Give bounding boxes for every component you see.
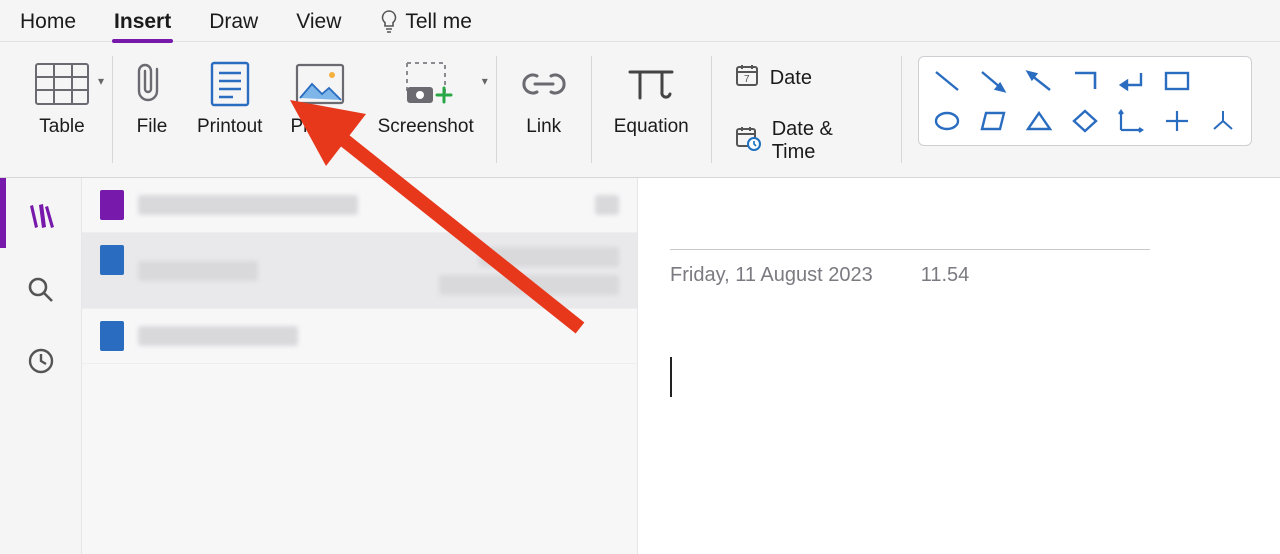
page-list [82,178,638,554]
page-item[interactable] [82,309,637,364]
link-icon [519,56,569,112]
tab-tell-me[interactable]: Tell me [377,5,474,43]
redacted-text [138,195,358,215]
note-date: Friday, 11 August 2023 [670,264,873,287]
shape-arrow-up-left[interactable] [1025,67,1053,95]
datetime-label: Date & Time [772,118,879,164]
page-item[interactable] [82,233,637,309]
pi-icon [624,56,678,112]
shape-line[interactable] [933,67,961,95]
screenshot-icon [399,56,453,112]
shape-ellipse[interactable] [933,107,961,135]
svg-text:7: 7 [744,74,750,85]
recent-button[interactable] [26,346,56,381]
note-time: 11.54 [921,264,970,287]
tab-tell-me-label: Tell me [405,10,472,34]
calendar-clock-icon [734,124,762,158]
equation-button[interactable]: Equation [608,52,695,142]
screenshot-label: Screenshot [378,116,474,138]
date-label: Date [770,67,812,90]
notebook-color-swatch [100,321,124,351]
table-icon [34,56,90,112]
screenshot-button[interactable]: ▾ Screenshot [372,52,480,142]
notebook-color-swatch [100,190,124,220]
redacted-text [479,247,619,267]
calendar-icon: 7 [734,62,760,94]
nav-rail [0,178,82,554]
shape-2d-axes[interactable] [1163,107,1191,135]
chevron-down-icon: ▾ [482,74,488,88]
search-button[interactable] [26,275,56,310]
datetime-button[interactable]: Date & Time [728,114,885,168]
link-label: Link [526,116,561,138]
content-area: Friday, 11 August 2023 11.54 [0,178,1280,554]
shape-corner-tr[interactable] [1071,67,1099,95]
picture-icon [294,56,346,112]
lightbulb-icon [379,9,399,35]
shape-angle-arrow[interactable] [1117,67,1145,95]
printout-label: Printout [197,116,262,138]
shape-rectangle[interactable] [1163,67,1191,95]
picture-label: Picture [290,116,349,138]
printout-icon [207,56,253,112]
redacted-text [138,326,298,346]
redacted-text [439,275,619,295]
link-button[interactable]: Link [513,52,575,142]
shape-parallelogram[interactable] [979,107,1007,135]
text-cursor [670,357,672,397]
tab-home[interactable]: Home [18,6,78,42]
equation-label: Equation [614,116,689,138]
ribbon-insert: ▾ Table File Printout [0,42,1280,178]
notebooks-button[interactable] [25,202,57,239]
shape-diamond[interactable] [1071,107,1099,135]
tab-view[interactable]: View [294,6,343,42]
file-label: File [137,116,168,138]
picture-button[interactable]: Picture [284,52,355,142]
redacted-text [595,195,619,215]
tab-draw[interactable]: Draw [207,6,260,42]
table-label: Table [39,116,84,138]
chevron-down-icon: ▾ [98,74,104,88]
notebook-color-swatch [100,245,124,275]
shape-arrow-down-right[interactable] [979,67,1007,95]
note-canvas[interactable]: Friday, 11 August 2023 11.54 [638,178,1280,554]
redacted-text [138,261,258,281]
page-item[interactable] [82,178,637,233]
tab-insert[interactable]: Insert [112,6,173,42]
nav-active-indicator [0,178,6,248]
table-button[interactable]: ▾ Table [28,52,96,142]
paperclip-icon [135,56,169,112]
shape-triangle[interactable] [1025,107,1053,135]
printout-button[interactable]: Printout [191,52,268,142]
shape-3d-axes[interactable] [1209,107,1237,135]
file-button[interactable]: File [129,52,175,142]
menu-tabbar: Home Insert Draw View Tell me [0,0,1280,42]
shapes-gallery [918,56,1252,146]
date-button[interactable]: 7 Date [728,58,885,98]
shape-xy-axes[interactable] [1117,107,1145,135]
page-title-field[interactable] [670,206,1150,250]
